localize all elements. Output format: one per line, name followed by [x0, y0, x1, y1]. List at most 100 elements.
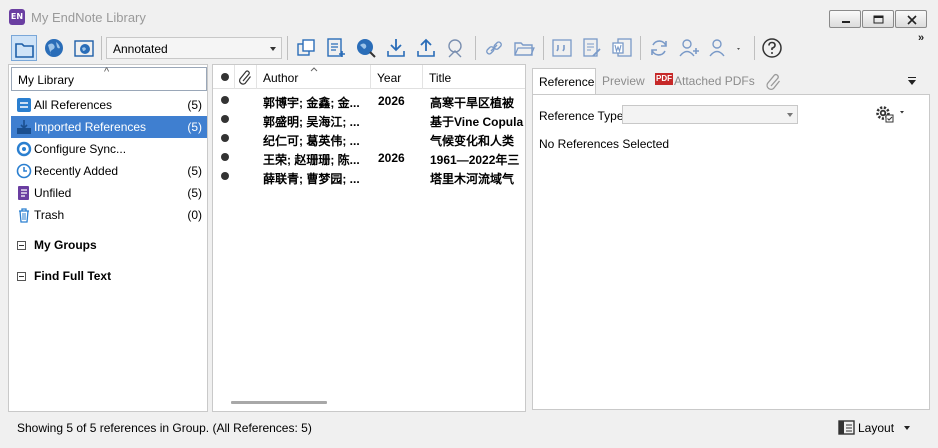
online-search-button[interactable]	[353, 35, 379, 61]
column-title[interactable]: Title	[423, 65, 525, 89]
paperclip-icon	[239, 70, 251, 85]
new-reference-button[interactable]	[323, 35, 349, 61]
library-header[interactable]: My Library ^	[11, 66, 207, 91]
reference-panel: Reference Preview PDF Attached PDFs Refe…	[530, 64, 932, 412]
toolbar-overflow-button[interactable]: »	[918, 32, 924, 44]
sharing-options-button[interactable]	[706, 35, 740, 61]
reference-title: 塔里木河流域气	[430, 172, 515, 186]
reference-editor: Reference Type: No References Selected	[532, 94, 930, 410]
gear-icon	[876, 106, 904, 123]
endnote-app-icon[interactable]: EN	[9, 9, 25, 25]
help-button[interactable]	[759, 35, 785, 61]
group-imported-references[interactable]: Imported References (5)	[11, 116, 207, 138]
panel-menu-arrow-icon[interactable]	[908, 80, 916, 85]
collapse-minus-icon[interactable]	[17, 272, 26, 281]
imported-references-icon	[17, 120, 31, 134]
reference-row[interactable]: 王荣; 赵珊珊; 陈... 2026 1961—2022年三	[213, 148, 525, 167]
find-full-text-button[interactable]	[443, 35, 469, 61]
horizontal-scrollbar[interactable]	[231, 401, 327, 404]
help-icon	[762, 38, 782, 58]
tab-reference[interactable]: Reference	[532, 68, 596, 94]
column-title-label: Title	[429, 71, 452, 85]
copy-to-library-button[interactable]	[293, 35, 319, 61]
toolbar-separator	[101, 36, 102, 60]
reference-year: 2026	[378, 151, 405, 165]
format-paper-button[interactable]	[579, 35, 605, 61]
title-bar: EN My EndNote Library	[0, 0, 938, 32]
group-configure-sync[interactable]: Configure Sync...	[11, 138, 207, 160]
column-year[interactable]: Year	[371, 65, 423, 89]
import-button[interactable]	[383, 35, 409, 61]
go-to-word-button[interactable]	[609, 35, 635, 61]
unread-dot-icon	[221, 172, 229, 180]
read-status-dot-icon	[221, 73, 229, 81]
open-file-button[interactable]	[511, 35, 537, 61]
group-all-references[interactable]: All References (5)	[11, 94, 207, 116]
reference-list-header: Author Year Title	[213, 65, 525, 89]
copy-references-icon	[297, 39, 315, 56]
group-recently-added[interactable]: Recently Added (5)	[11, 160, 207, 182]
reference-author: 郭博宇; 金鑫; 金...	[263, 96, 360, 110]
chevron-down-icon	[270, 47, 276, 51]
unread-dot-icon	[221, 96, 229, 104]
find-full-text-icon	[448, 39, 462, 58]
unfiled-icon	[18, 186, 29, 200]
library-globe-icon	[74, 40, 94, 57]
column-attachment[interactable]	[235, 65, 257, 89]
tab-attached-pdfs[interactable]: PDF Attached PDFs	[652, 68, 758, 94]
minimize-button[interactable]	[829, 10, 861, 28]
trash-icon	[19, 208, 29, 223]
tab-preview[interactable]: Preview	[596, 68, 650, 94]
reference-row[interactable]: 纪仁可; 葛英伟; ... 气候变化和人类	[213, 129, 525, 148]
reference-row[interactable]: 郭盛明; 吴海江; ... 基于Vine Copula	[213, 110, 525, 129]
close-button[interactable]	[895, 10, 927, 28]
link-icon	[486, 41, 502, 55]
section-my-groups[interactable]: My Groups	[11, 234, 207, 256]
group-label: Trash	[34, 208, 65, 222]
section-label: Find Full Text	[34, 269, 112, 283]
open-link-button[interactable]	[481, 35, 507, 61]
integrated-library-mode-button[interactable]	[71, 35, 97, 61]
reference-list-panel: Author Year Title 郭博宇; 金鑫; 金... 2026 高寒干…	[212, 64, 526, 412]
group-count: (5)	[187, 164, 202, 178]
attach-file-button[interactable]	[762, 68, 786, 94]
groups-panel: My Library ^ All References (5) Imported…	[8, 64, 208, 412]
layout-button[interactable]: Layout	[836, 417, 932, 439]
sync-button[interactable]	[646, 35, 672, 61]
column-author[interactable]: Author	[257, 65, 371, 89]
group-count: (0)	[187, 208, 202, 222]
section-label: My Groups	[34, 238, 97, 252]
tab-label: Attached PDFs	[674, 74, 755, 88]
status-bar: Showing 5 of 5 references in Group. (All…	[0, 412, 938, 448]
reference-title: 基于Vine Copula	[430, 115, 524, 129]
share-library-button[interactable]	[676, 35, 702, 61]
reference-row[interactable]: 郭博宇; 金鑫; 金... 2026 高寒干旱区植被	[213, 91, 525, 110]
globe-search-icon	[357, 39, 376, 58]
reference-row[interactable]: 薛联青; 曹梦园; ... 塔里木河流域气	[213, 167, 525, 186]
toolbar-separator	[754, 36, 755, 60]
group-count: (5)	[187, 120, 202, 134]
reference-title: 高寒干旱区植被	[430, 96, 515, 110]
tab-label: Reference	[539, 75, 595, 89]
insert-citation-button[interactable]	[549, 35, 575, 61]
export-button[interactable]	[413, 35, 439, 61]
group-trash[interactable]: Trash (0)	[11, 204, 207, 226]
column-read-status[interactable]	[213, 65, 235, 89]
tab-label: Preview	[602, 74, 645, 88]
clock-icon	[16, 163, 32, 179]
reference-type-select[interactable]	[622, 105, 798, 124]
group-unfiled[interactable]: Unfiled (5)	[11, 182, 207, 204]
layout-icon	[838, 420, 855, 435]
local-library-mode-button[interactable]	[11, 35, 37, 61]
group-label: All References	[34, 98, 113, 112]
reference-settings-button[interactable]	[873, 103, 907, 125]
collapse-caret-icon[interactable]: ^	[104, 66, 109, 78]
collapse-minus-icon[interactable]	[17, 241, 26, 250]
section-find-full-text[interactable]: Find Full Text	[11, 265, 207, 287]
panel-menu-icon[interactable]	[908, 77, 916, 78]
output-style-select[interactable]: Annotated	[106, 37, 282, 59]
toolbar-separator	[640, 36, 641, 60]
restore-button[interactable]	[862, 10, 894, 28]
group-label: Configure Sync...	[34, 142, 127, 156]
online-search-mode-button[interactable]	[41, 35, 67, 61]
